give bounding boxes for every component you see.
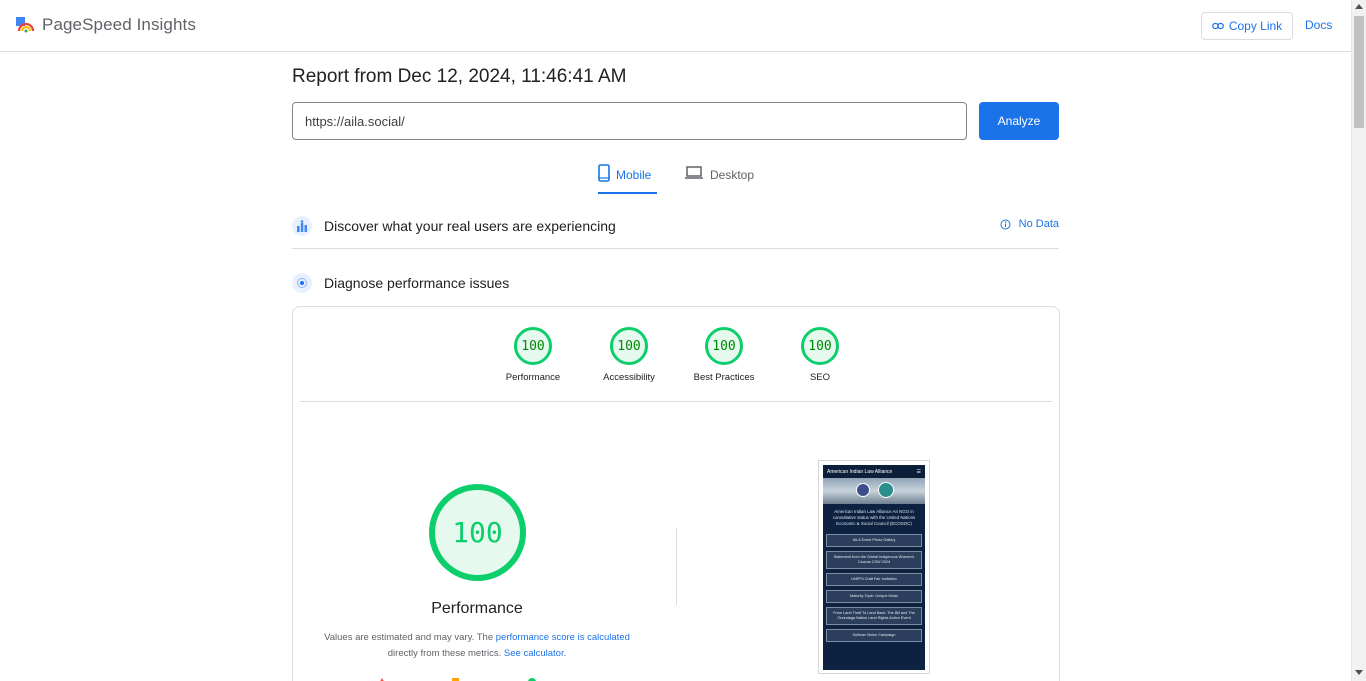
app-logo[interactable]: PageSpeed Insights	[16, 15, 196, 35]
gauge-accessibility[interactable]: 100 Accessibility	[579, 327, 679, 383]
analyze-button[interactable]: Analyze	[979, 102, 1059, 140]
no-data-link[interactable]: No Data	[1000, 218, 1059, 230]
see-calculator-link[interactable]: See calculator.	[504, 648, 566, 659]
note-prefix: Values are estimated and may vary. The	[324, 632, 496, 643]
tab-desktop[interactable]: Desktop	[684, 164, 758, 194]
screenshot-button: From Land Theft To Land Back: The Bill a…	[826, 607, 922, 625]
lab-data-section: Diagnose performance issues	[292, 263, 1059, 303]
screenshot-button: UNPFII Craft Fair Invitation	[826, 573, 922, 586]
score-calculated-link[interactable]: performance score is calculated	[496, 632, 630, 643]
crux-users-icon	[292, 216, 312, 236]
performance-big-label: Performance	[431, 600, 523, 617]
gauge-seo[interactable]: 100 SEO	[770, 327, 870, 383]
copy-link-label: Copy Link	[1228, 19, 1283, 33]
phone-icon	[598, 164, 610, 182]
gauge-performance-label: Performance	[505, 372, 561, 383]
no-data-label: No Data	[1018, 218, 1059, 230]
score-gauges: 100 Performance 100 Accessibility 100 Be…	[293, 307, 1059, 402]
link-icon	[1211, 22, 1224, 30]
report-title: Report from Dec 12, 2024, 11:46:41 AM	[292, 66, 627, 87]
tab-mobile[interactable]: Mobile	[598, 164, 657, 194]
scroll-thumb[interactable]	[1354, 16, 1364, 128]
app-name: PageSpeed Insights	[42, 15, 196, 34]
gauge-seo-score: 100	[801, 327, 839, 365]
performance-big-gauge: 100	[429, 484, 526, 581]
screenshot-hero	[823, 478, 925, 504]
card-divider	[300, 401, 1052, 402]
diagnose-icon	[292, 273, 312, 293]
scroll-down-arrow-icon[interactable]	[1355, 670, 1363, 675]
url-input[interactable]	[292, 102, 967, 140]
screenshot-navbar: American Indian Law Alliance ☰	[823, 465, 925, 478]
gauge-best-practices-score: 100	[705, 327, 743, 365]
gauge-best-practices[interactable]: 100 Best Practices	[674, 327, 774, 383]
un-logo-icon	[856, 483, 870, 497]
docs-link[interactable]: Docs	[1305, 18, 1332, 32]
gauge-performance-score: 100	[514, 327, 552, 365]
field-data-title: Discover what your real users are experi…	[324, 218, 616, 234]
field-data-section: Discover what your real users are experi…	[292, 204, 1059, 249]
gauge-performance[interactable]: 100 Performance	[483, 327, 583, 383]
screenshot-button: Statement from the Global Indigenous Wom…	[826, 551, 922, 569]
header-bar: PageSpeed Insights Copy Link Docs	[0, 0, 1351, 52]
laptop-icon	[685, 166, 703, 179]
lab-data-title: Diagnose performance issues	[324, 275, 510, 291]
gauge-accessibility-label: Accessibility	[603, 372, 655, 383]
screenshot-button: Maturity Topic: Unique Kinds	[826, 590, 922, 603]
screenshot-button: AILA Event Photo Gallery	[826, 534, 922, 547]
screenshot-intro: American Indian Law Alliance An NGO in c…	[832, 509, 916, 526]
pagespeed-logo-icon	[16, 17, 35, 33]
scroll-up-arrow-icon[interactable]	[1355, 4, 1363, 9]
page-scrollbar[interactable]	[1351, 0, 1366, 681]
note-mid: directly from these metrics.	[387, 648, 504, 659]
hamburger-icon: ☰	[916, 468, 921, 475]
screenshot-button: Sullivan Vision Campaign	[826, 629, 922, 642]
gauge-seo-label: SEO	[809, 372, 831, 383]
aila-logo-icon	[878, 482, 894, 498]
performance-note: Values are estimated and may vary. The p…	[307, 630, 647, 662]
copy-link-button[interactable]: Copy Link	[1201, 12, 1293, 40]
report-card: 100 Performance 100 Accessibility 100 Be…	[292, 306, 1060, 681]
screenshot-screen: American Indian Law Alliance ☰ American …	[823, 465, 925, 670]
screenshot-site-title: American Indian Law Alliance	[827, 468, 893, 475]
gauge-accessibility-score: 100	[610, 327, 648, 365]
vertical-divider	[676, 528, 677, 605]
gauge-best-practices-label: Best Practices	[693, 372, 755, 383]
info-icon	[1000, 219, 1011, 229]
tab-desktop-label: Desktop	[710, 168, 755, 182]
tab-mobile-label: Mobile	[616, 168, 652, 182]
final-screenshot: American Indian Law Alliance ☰ American …	[818, 460, 930, 674]
